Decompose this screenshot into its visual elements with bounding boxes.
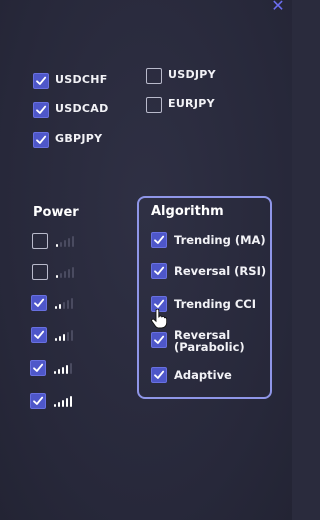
signal-bar <box>55 338 57 341</box>
signal-strength-icon <box>56 264 74 278</box>
pair-checkbox-eurjpy[interactable] <box>146 97 162 113</box>
pair-checkbox-usdjpy[interactable] <box>146 68 162 84</box>
signal-bar <box>64 240 66 247</box>
signal-bar <box>60 242 62 247</box>
algorithm-checkbox-trending-ma[interactable] <box>151 232 167 248</box>
close-icon[interactable]: ✕ <box>270 0 286 14</box>
signal-strength-icon <box>56 233 74 247</box>
signal-bar <box>67 332 69 341</box>
signal-bar <box>64 271 66 278</box>
pair-label-usdchf: USDCHF <box>55 73 108 86</box>
pair-label-gbpjpy: GBPJPY <box>55 132 103 145</box>
algorithm-checkbox-adaptive[interactable] <box>151 367 167 383</box>
signal-bar <box>72 236 74 247</box>
algorithm-label-reversal-rsi: Reversal (RSI) <box>174 264 267 278</box>
pair-checkbox-usdcad[interactable] <box>33 102 49 118</box>
signal-bar <box>59 304 61 309</box>
checkmark-icon <box>34 298 45 307</box>
signal-bar <box>56 275 58 278</box>
algorithm-label-trending-ma: Trending (MA) <box>174 233 266 247</box>
signal-bar <box>62 400 64 407</box>
algorithm-label-reversal-parabolic: Reversal (Parabolic) <box>174 328 245 354</box>
algorithm-label-adaptive: Adaptive <box>174 368 232 382</box>
algorithm-label-trending-cci: Trending CCI <box>174 297 256 311</box>
signal-bar <box>55 306 57 309</box>
algorithm-checkbox-reversal-rsi[interactable] <box>151 263 167 279</box>
signal-bar <box>59 336 61 341</box>
signal-strength-icon <box>55 295 73 309</box>
checkmark-icon <box>154 370 165 379</box>
signal-bar <box>72 267 74 278</box>
algorithm-title: Algorithm <box>151 204 224 219</box>
settings-panel: ✕ USDCHF USDJPY USDCAD EURJPY GBPJPY Pow… <box>0 0 292 520</box>
pair-label-usdjpy: USDJPY <box>168 68 216 81</box>
signal-strength-icon <box>55 327 73 341</box>
checkmark-icon <box>33 363 44 372</box>
power-title: Power <box>33 205 79 220</box>
signal-bar <box>63 334 65 341</box>
signal-bar <box>71 298 73 309</box>
signal-bar <box>68 269 70 278</box>
signal-bar <box>58 369 60 374</box>
signal-bar <box>56 244 58 247</box>
signal-bar <box>58 402 60 407</box>
signal-bar <box>71 330 73 341</box>
power-checkbox-level-2[interactable] <box>32 264 48 280</box>
signal-bar <box>70 363 72 374</box>
checkmark-icon <box>154 335 165 344</box>
algorithm-checkbox-reversal-parabolic[interactable] <box>151 332 167 348</box>
signal-bar <box>54 371 56 374</box>
signal-bar <box>62 367 64 374</box>
power-checkbox-level-3[interactable] <box>31 295 47 311</box>
checkmark-icon <box>154 266 165 275</box>
signal-bar <box>68 238 70 247</box>
power-checkbox-level-4[interactable] <box>31 327 47 343</box>
checkmark-icon <box>154 235 165 244</box>
power-checkbox-level-6[interactable] <box>30 393 46 409</box>
signal-bar <box>70 396 72 407</box>
pair-checkbox-gbpjpy[interactable] <box>33 132 49 148</box>
power-checkbox-level-1[interactable] <box>32 233 48 249</box>
checkmark-icon <box>36 76 47 85</box>
signal-bar <box>67 300 69 309</box>
pair-label-usdcad: USDCAD <box>55 102 109 115</box>
checkmark-icon <box>36 135 47 144</box>
signal-bar <box>54 404 56 407</box>
pair-label-eurjpy: EURJPY <box>168 97 215 110</box>
checkmark-icon <box>36 105 47 114</box>
checkmark-icon <box>33 396 44 405</box>
checkmark-icon <box>34 330 45 339</box>
signal-bar <box>66 365 68 374</box>
signal-bar <box>60 273 62 278</box>
power-checkbox-level-5[interactable] <box>30 360 46 376</box>
signal-bar <box>63 302 65 309</box>
pair-checkbox-usdchf[interactable] <box>33 73 49 89</box>
signal-strength-icon <box>54 360 72 374</box>
signal-strength-icon <box>54 393 72 407</box>
signal-bar <box>66 398 68 407</box>
hand-cursor-icon <box>151 309 167 329</box>
